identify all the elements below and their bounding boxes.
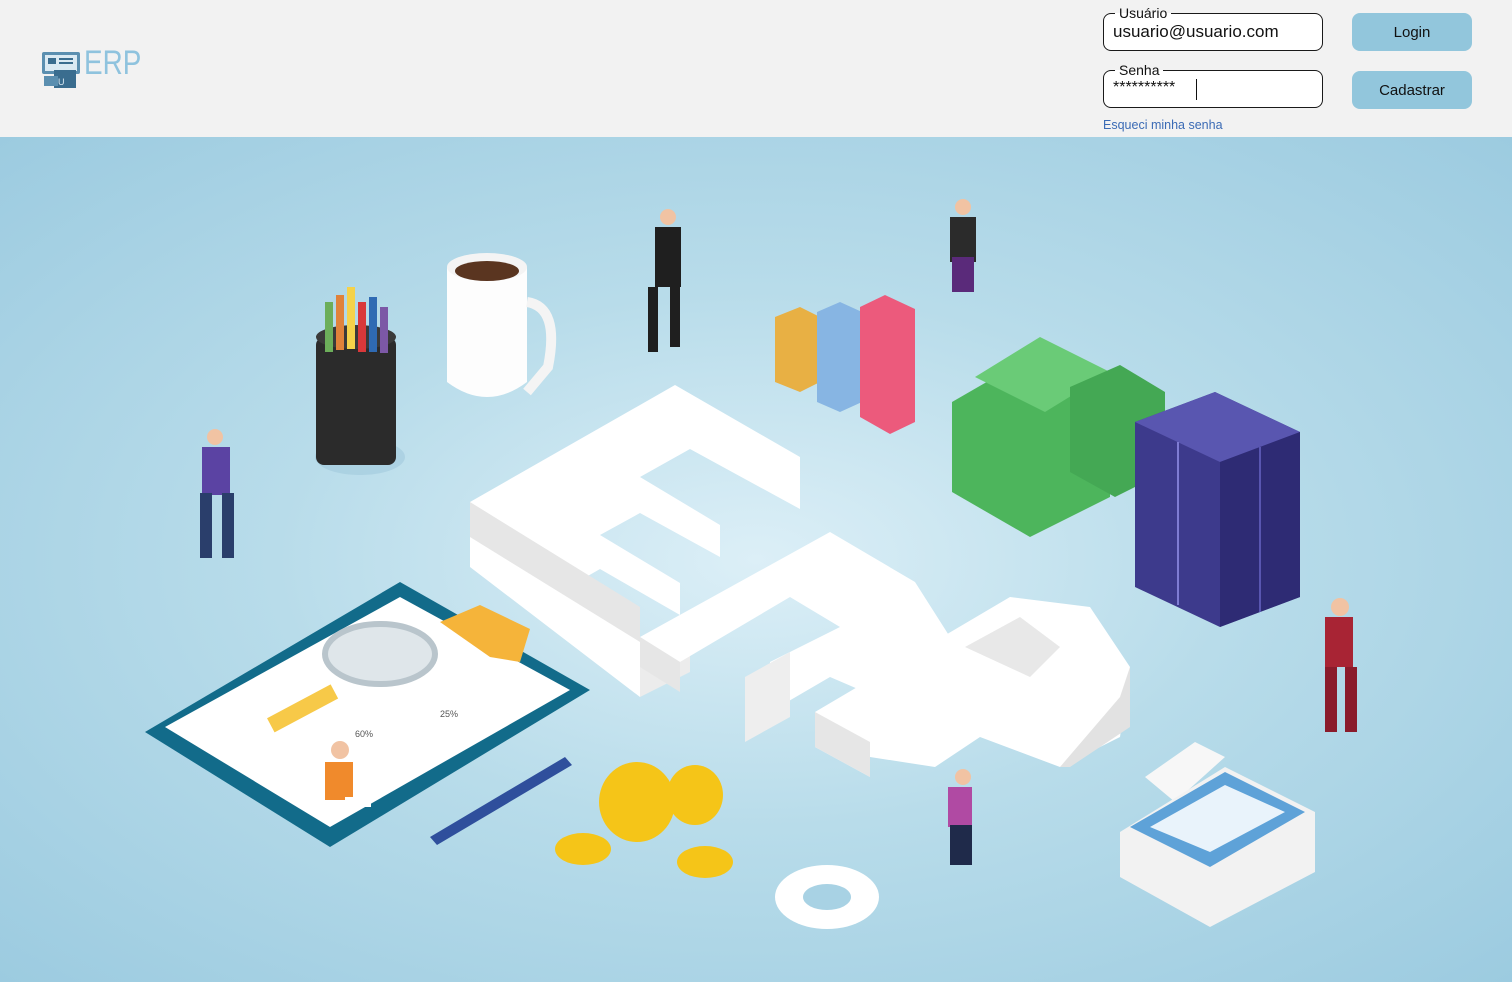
username-input[interactable] bbox=[1113, 22, 1313, 42]
pencil-holder-illustration bbox=[315, 287, 405, 475]
coffee-mug-illustration bbox=[447, 253, 557, 397]
woman-walking-bottom bbox=[948, 769, 972, 865]
woman-red-suit bbox=[1325, 598, 1357, 732]
money-stack-illustration bbox=[952, 337, 1165, 537]
server-rack-illustration bbox=[1135, 392, 1300, 627]
chart-label-25: 25% bbox=[440, 709, 458, 719]
printer-illustration bbox=[1120, 742, 1315, 927]
password-label: Senha bbox=[1115, 61, 1164, 79]
clipboard-report-illustration: 25% 60% bbox=[145, 582, 590, 847]
svg-text:U: U bbox=[58, 77, 65, 87]
bar-blocks-illustration bbox=[775, 295, 915, 434]
man-in-suit bbox=[648, 209, 681, 352]
coins-illustration bbox=[555, 762, 733, 878]
man-walking bbox=[200, 429, 234, 558]
username-field[interactable]: Usuário bbox=[1103, 4, 1323, 51]
text-caret bbox=[1196, 79, 1197, 100]
header-bar: U ERP Usuário Senha Esqueci minha senha … bbox=[0, 0, 1512, 137]
password-field[interactable]: Senha bbox=[1103, 61, 1323, 108]
login-button[interactable]: Login bbox=[1352, 13, 1472, 51]
gear-illustration bbox=[775, 865, 879, 929]
hero-illustration: 25% 60% bbox=[0, 137, 1512, 982]
logo-text: ERP bbox=[84, 44, 142, 82]
forgot-password-link[interactable]: Esqueci minha senha bbox=[1103, 118, 1223, 132]
register-button[interactable]: Cadastrar bbox=[1352, 71, 1472, 109]
username-label: Usuário bbox=[1115, 4, 1172, 22]
woman-purple-dress bbox=[950, 199, 976, 292]
password-input[interactable] bbox=[1113, 79, 1313, 97]
chart-label-60: 60% bbox=[355, 729, 373, 739]
